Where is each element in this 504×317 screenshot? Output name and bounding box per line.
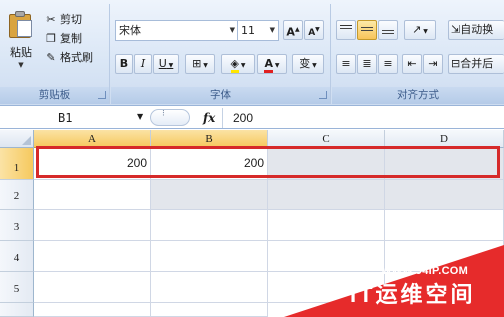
cell-a2[interactable]	[34, 180, 151, 210]
chevron-down-icon[interactable]: ▼	[137, 107, 143, 127]
font-name-select[interactable]: 宋体 ▼	[115, 20, 239, 41]
chevron-down-icon[interactable]: ▼	[4, 61, 38, 69]
font-group-text: 字体	[210, 89, 231, 101]
merge-center-label: 合并后	[460, 57, 494, 70]
shrink-font-button[interactable]: A▼	[304, 20, 324, 40]
font-color-icon: A	[264, 57, 273, 73]
dialog-launcher-icon[interactable]	[98, 91, 106, 99]
cell-b6[interactable]	[151, 303, 268, 317]
watermark-brand: IT运维空间	[350, 282, 476, 307]
cut-button[interactable]: ✂ 剪切	[44, 12, 82, 28]
bold-icon: B	[119, 57, 129, 70]
cell-d2[interactable]	[385, 180, 504, 210]
ribbon: 粘贴 ▼ ✂剪切 ❐复制 ✎格式刷 剪贴板 宋体 ▼ 11 ▼ A▲ A▼	[0, 0, 504, 106]
wrap-text-button[interactable]: ⇲自动换	[448, 20, 504, 40]
italic-button[interactable]: I	[134, 54, 152, 74]
grow-font-icon: A	[286, 25, 295, 39]
font-name-value: 宋体	[119, 24, 141, 37]
cell-b3[interactable]	[151, 210, 268, 241]
format-painter-label: 格式刷	[60, 51, 93, 64]
orientation-button[interactable]: ↗ ▼	[404, 20, 436, 40]
formula-input[interactable]: 200	[222, 108, 504, 128]
format-painter-button[interactable]: ✎ 格式刷	[44, 50, 93, 66]
row-header-5[interactable]: 5	[0, 272, 34, 303]
formula-value: 200	[233, 111, 254, 125]
merge-center-button[interactable]: ⊟合并后	[448, 54, 504, 74]
brush-icon: ✎	[46, 51, 56, 64]
font-color-button[interactable]: A ▼	[257, 54, 287, 74]
clipboard-group: 粘贴 ▼ ✂ 剪切 ❐ 复制 ✎ 格式刷 剪贴板	[0, 4, 110, 104]
phonetic-icon: 变	[299, 57, 311, 70]
cell-c3[interactable]	[268, 210, 385, 241]
increase-indent-button[interactable]: ⇥	[423, 54, 443, 74]
row-header-2[interactable]: 2	[0, 180, 34, 210]
name-box-value: B1	[58, 111, 73, 125]
alignment-group-label: 对齐方式	[332, 87, 504, 104]
copy-label: 复制	[60, 32, 82, 45]
orientation-icon: ↗	[412, 23, 422, 36]
copy-button[interactable]: ❐ 复制	[44, 31, 82, 47]
cut-label: 剪切	[60, 13, 82, 26]
row-header-3[interactable]: 3	[0, 210, 34, 241]
insert-function-icon[interactable]: fx	[203, 108, 215, 128]
dialog-launcher-icon[interactable]	[319, 91, 327, 99]
font-group-label: 字体	[111, 87, 330, 104]
scissors-icon: ✂	[46, 13, 56, 26]
align-center-button[interactable]: ≣	[357, 54, 377, 74]
paint-bucket-icon: ◈	[230, 57, 239, 73]
name-box[interactable]: B1	[0, 108, 148, 128]
borders-icon: ⊞	[192, 57, 202, 70]
align-top-button[interactable]	[336, 20, 356, 40]
paste-label: 粘贴	[10, 46, 32, 59]
cell-b5[interactable]	[151, 272, 268, 303]
underline-icon: U	[158, 57, 167, 70]
wrap-text-icon: ⇲	[451, 23, 461, 36]
formula-bar: B1 ▼ ⁝ fx 200	[0, 107, 504, 129]
alignment-group-text: 对齐方式	[397, 89, 439, 101]
decrease-indent-button[interactable]: ⇤	[402, 54, 422, 74]
bold-button[interactable]: B	[115, 54, 133, 74]
paste-button[interactable]: 粘贴 ▼	[4, 6, 38, 76]
align-right-button[interactable]: ≡	[378, 54, 398, 74]
watermark-url: WWW.94IP.COM	[381, 265, 469, 277]
underline-button[interactable]: U ▼	[153, 54, 179, 74]
borders-button[interactable]: ⊞ ▼	[185, 54, 215, 74]
cell-a3[interactable]	[34, 210, 151, 241]
row-header-4[interactable]: 4	[0, 241, 34, 272]
align-left-button[interactable]: ≡	[336, 54, 356, 74]
cell-b2[interactable]	[151, 180, 268, 210]
paste-icon	[8, 10, 34, 38]
alignment-group: ↗ ▼ ⇲自动换 ≡ ≣ ≡ ⇤ ⇥ ⊟合并后 对齐方式	[332, 4, 504, 104]
cell-c2[interactable]	[268, 180, 385, 210]
chevron-down-icon: ▼	[269, 26, 275, 34]
font-size-select[interactable]: 11 ▼	[237, 20, 279, 41]
clipboard-group-text: 剪贴板	[38, 89, 71, 101]
align-middle-button[interactable]	[357, 20, 377, 40]
align-bottom-button[interactable]	[378, 20, 398, 40]
copy-icon: ❐	[46, 32, 56, 45]
cell-a4[interactable]	[34, 241, 151, 272]
formula-bar-splitter[interactable]	[150, 109, 190, 126]
splitter-dots-icon: ⁝	[162, 109, 165, 119]
row-header-6[interactable]	[0, 303, 34, 317]
chevron-down-icon: ▼	[229, 26, 235, 34]
cell-b4[interactable]	[151, 241, 268, 272]
select-all-button[interactable]	[0, 130, 34, 148]
italic-icon: I	[140, 57, 146, 70]
row-header-1[interactable]: 1	[0, 148, 34, 180]
merge-icon: ⊟	[451, 57, 461, 70]
grow-font-button[interactable]: A▲	[283, 20, 303, 40]
highlight-box	[36, 146, 500, 178]
fill-color-button[interactable]: ◈ ▼	[221, 54, 255, 74]
clipboard-group-label: 剪贴板	[0, 87, 109, 104]
wrap-text-label: 自动换	[460, 23, 494, 36]
phonetic-button[interactable]: 变 ▼	[292, 54, 324, 74]
cell-a5[interactable]	[34, 272, 151, 303]
cell-a6[interactable]	[34, 303, 151, 317]
font-group: 宋体 ▼ 11 ▼ A▲ A▼ B I U ▼ ⊞ ▼ ◈ ▼ A ▼ 变 ▼ …	[111, 4, 331, 104]
font-size-value: 11	[241, 24, 255, 37]
cell-d3[interactable]	[385, 210, 504, 241]
